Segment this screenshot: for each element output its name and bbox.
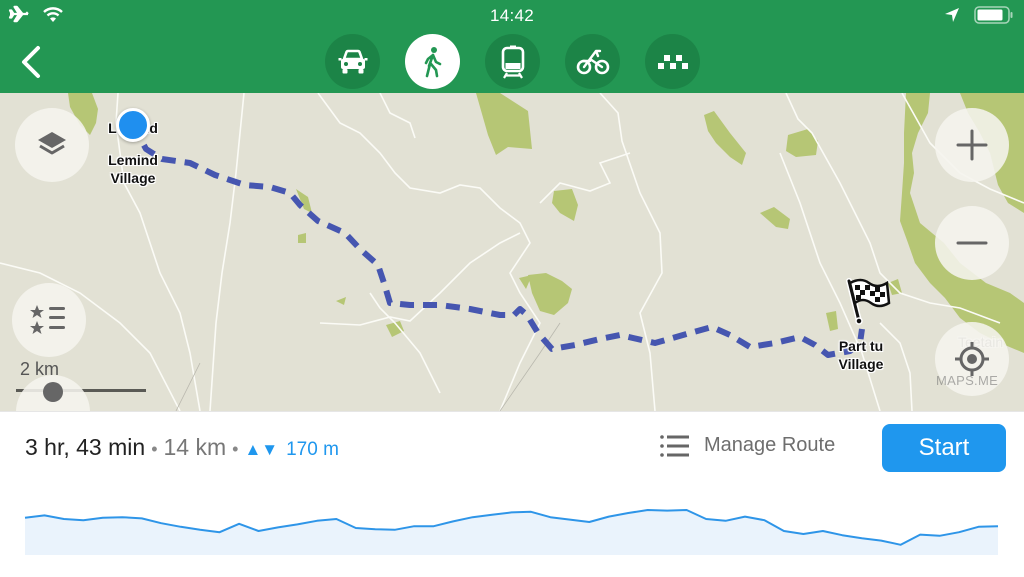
place-label-start: Lemind Village (108, 152, 158, 186)
list-icon (660, 434, 689, 457)
transport-mode-transit[interactable] (485, 34, 540, 89)
train-icon (501, 45, 524, 79)
route-summary-panel: 3 hr, 43 min • 14 km • ▲▼ 170 m Manage R… (0, 411, 1024, 576)
status-time: 14:42 (489, 6, 535, 25)
bicycle-icon (576, 49, 609, 74)
pedestrian-icon (424, 46, 441, 77)
place-label-end: Part tu Village (838, 338, 884, 372)
layers-button[interactable] (15, 108, 89, 182)
manage-route-label: Manage Route (704, 434, 836, 456)
bookmarks-icon (30, 305, 65, 334)
transport-mode-car[interactable] (325, 34, 380, 89)
car-icon (338, 49, 367, 73)
separator-dot: • (151, 439, 158, 459)
current-location-dot[interactable] (116, 108, 150, 142)
elevation-area (25, 510, 998, 555)
elevation-arrows-icon: ▲▼ (244, 440, 279, 459)
bookmarks-button[interactable] (12, 283, 86, 357)
transport-mode-bike[interactable] (565, 34, 620, 89)
top-navigation-bar: 14:42 (0, 0, 1024, 93)
chevron-left-icon (22, 46, 40, 78)
transport-mode-selector (325, 34, 700, 89)
zoom-in-button[interactable] (935, 108, 1009, 182)
elevation-chart (24, 509, 999, 555)
back-button[interactable] (16, 42, 48, 82)
menu-icon (43, 382, 63, 402)
maps-me-watermark: MAPS.ME (936, 373, 999, 388)
taxi-icon (657, 54, 688, 69)
route-duration: 3 hr, 43 min (25, 434, 146, 460)
transport-mode-walk[interactable] (405, 34, 460, 89)
map-view[interactable]: Lemind Lemind Village Part tu Village Te… (0, 93, 1024, 411)
start-button[interactable]: Start (882, 424, 1006, 472)
transport-mode-taxi[interactable] (645, 34, 700, 89)
zoom-out-button[interactable] (935, 206, 1009, 280)
separator-dot: • (232, 439, 239, 459)
boundary-line (499, 322, 561, 411)
plus-icon (956, 129, 988, 161)
finish-flag-icon[interactable] (843, 277, 891, 330)
manage-route-button[interactable]: Manage Route (660, 434, 835, 457)
route-distance: 14 km (163, 434, 227, 460)
route-summary: 3 hr, 43 min • 14 km • ▲▼ 170 m (25, 434, 339, 461)
location-arrow-icon (944, 7, 960, 28)
status-right (944, 6, 1014, 29)
route-elevation: 170 m (286, 439, 339, 460)
battery-icon (974, 6, 1014, 29)
minus-icon (956, 241, 988, 245)
route-line (130, 123, 865, 358)
layers-icon (38, 132, 66, 155)
